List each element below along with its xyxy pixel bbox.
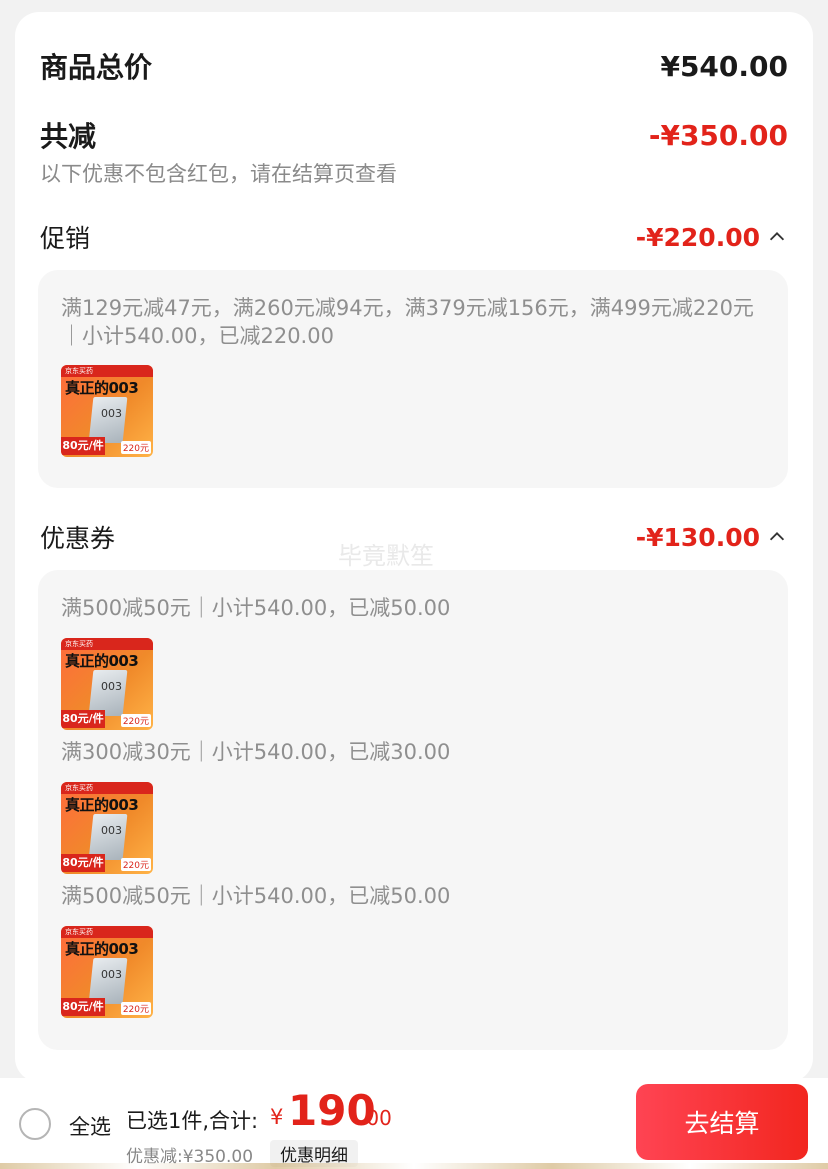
thumb-headline: 真正的003 — [65, 652, 139, 670]
total-value: ¥540.00 — [660, 49, 788, 83]
thumb-headline: 真正的003 — [65, 379, 139, 397]
thumb-price: 220元 — [120, 858, 151, 871]
thumb-price: 220元 — [120, 1002, 151, 1015]
thumb-brand: 京东买药 — [61, 782, 153, 794]
coupon-label: 优惠券 — [40, 524, 116, 553]
promotion-value: -¥220.00 — [635, 222, 760, 252]
total-currency: ¥ — [270, 1105, 284, 1129]
coupon-value: -¥130.00 — [635, 522, 760, 552]
product-thumbnail[interactable]: 京东买药 真正的003 003 80元/件 220元 — [61, 638, 153, 730]
promotion-label: 促销 — [40, 224, 91, 253]
discount-note: 以下优惠不包含红包，请在结算页查看 — [40, 162, 397, 186]
promotion-rule: 满129元减47元，满260元减94元，满379元减156元，满499元减220… — [61, 296, 754, 348]
coupon-rule: 满500减50元｜小计540.00，已减50.00 — [61, 884, 451, 908]
thumb-badge: 80元/件 — [61, 437, 105, 455]
decorative-strip — [0, 1163, 828, 1169]
thumb-box-label: 003 — [101, 824, 122, 837]
reduce-value: -¥350.00 — [648, 118, 788, 152]
thumb-box-label: 003 — [101, 407, 122, 420]
thumb-box-label: 003 — [101, 680, 122, 693]
reduce-label: 共减 — [40, 120, 97, 153]
thumb-headline: 真正的003 — [65, 940, 139, 958]
thumb-brand: 京东买药 — [61, 638, 153, 650]
select-all-radio[interactable] — [19, 1108, 51, 1140]
thumb-badge: 80元/件 — [61, 710, 105, 728]
thumb-badge: 80元/件 — [61, 998, 105, 1016]
thumb-price: 220元 — [120, 714, 151, 727]
reduce-row: 共减 -¥350.00 — [40, 115, 788, 155]
checkout-bar: 全选 已选1件,合计: ¥ 190 .00 优惠减:¥350.00 优惠明细 去… — [0, 1078, 828, 1169]
thumb-brand: 京东买药 — [61, 365, 153, 377]
product-thumbnail[interactable]: 京东买药 真正的003 003 80元/件 220元 — [61, 782, 153, 874]
coupon-rule: 满500减50元｜小计540.00，已减50.00 — [61, 596, 451, 620]
coupon-panel: 满500减50元｜小计540.00，已减50.00 京东买药 真正的003 00… — [38, 570, 788, 1050]
checkout-button[interactable]: 去结算 — [636, 1084, 808, 1160]
chevron-up-icon[interactable] — [766, 226, 788, 248]
coupon-rule: 满300减30元｜小计540.00，已减30.00 — [61, 740, 451, 764]
thumb-headline: 真正的003 — [65, 796, 139, 814]
chevron-up-icon[interactable] — [766, 526, 788, 548]
thumb-box-label: 003 — [101, 968, 122, 981]
thumb-brand: 京东买药 — [61, 926, 153, 938]
total-amount-dec: .00 — [360, 1106, 392, 1130]
total-label: 商品总价 — [40, 51, 153, 84]
total-row: 商品总价 ¥540.00 — [40, 46, 788, 86]
thumb-badge: 80元/件 — [61, 854, 105, 872]
product-thumbnail[interactable]: 京东买药 真正的003 003 80元/件 220元 — [61, 926, 153, 1018]
promotion-header[interactable]: 促销 -¥220.00 — [40, 219, 788, 255]
select-all-label[interactable]: 全选 — [69, 1111, 111, 1141]
selected-summary: 已选1件,合计: — [126, 1109, 259, 1133]
watermark: 毕竟默笙 — [338, 542, 434, 570]
product-thumbnail[interactable]: 京东买药 真正的003 003 80元/件 220元 — [61, 365, 153, 457]
thumb-price: 220元 — [120, 441, 151, 454]
promotion-panel: 满129元减47元，满260元减94元，满379元减156元，满499元减220… — [38, 270, 788, 488]
